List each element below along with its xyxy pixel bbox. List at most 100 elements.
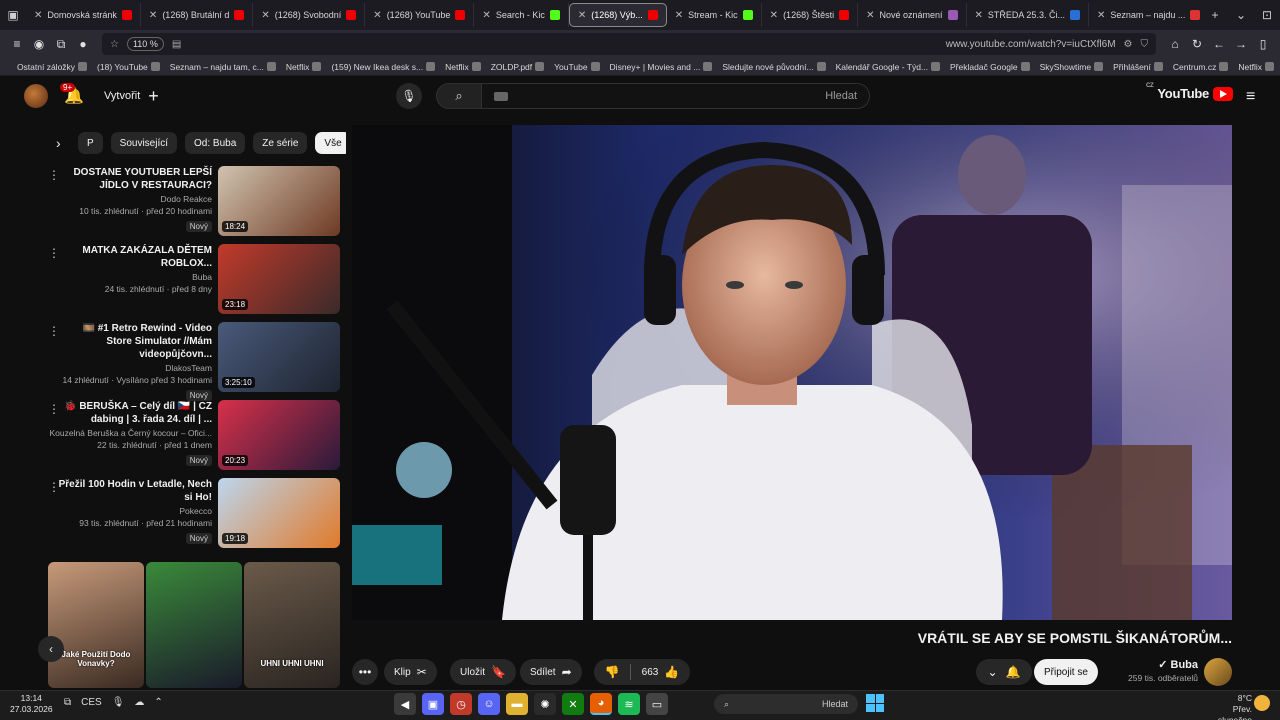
- user-avatar[interactable]: [24, 84, 48, 108]
- channel-name[interactable]: Buba: [1171, 659, 1199, 671]
- search-input[interactable]: Hledat: [482, 83, 870, 109]
- bookmark-item[interactable]: Překladač Google: [950, 62, 1030, 72]
- share-button[interactable]: Sdílet ➦: [520, 659, 582, 685]
- channel-avatar[interactable]: [1204, 658, 1232, 686]
- microphone-icon[interactable]: 🎙: [112, 697, 125, 708]
- tab-overview-icon[interactable]: ▣: [2, 4, 24, 26]
- recommendation-title[interactable]: DOSTANE YOUTUBER LEPŠÍ JÍDLO V RESTAURAC…: [44, 166, 212, 192]
- taskbar-search[interactable]: ⌕ Hledat: [714, 694, 858, 714]
- back-arrow-icon[interactable]: ←: [1208, 33, 1230, 55]
- bookmark-item[interactable]: Ostatní záložky: [17, 62, 88, 72]
- task-view-icon[interactable]: ▭: [646, 693, 668, 715]
- recommendation-thumbnail[interactable]: 23:18: [218, 244, 340, 314]
- bookmark-item[interactable]: SkyShowtime: [1040, 62, 1104, 72]
- network-icon[interactable]: ⧉: [64, 697, 71, 708]
- cloud-icon[interactable]: ☁: [134, 697, 144, 708]
- reload-icon[interactable]: ↻: [1186, 33, 1208, 55]
- short-item[interactable]: [146, 562, 242, 688]
- chip-1[interactable]: Ze série: [253, 132, 308, 154]
- recommendation-thumbnail[interactable]: 18:24: [218, 166, 340, 236]
- recommendation-channel[interactable]: Kouzelná Beruška a Černý kocour – Ofici.…: [44, 428, 212, 438]
- language-indicator[interactable]: CES: [81, 697, 102, 708]
- save-button[interactable]: Uložit 🔖: [450, 659, 516, 685]
- url-bar[interactable]: ☆ 110 % ▤ www.youtube.com/watch?v=iuCtXf…: [102, 33, 1156, 55]
- tab-close-icon[interactable]: ✕: [482, 10, 490, 21]
- recommendation-title[interactable]: 🎞️ #1 Retro Rewind - Video Store Simulat…: [44, 322, 212, 361]
- recommendation-title[interactable]: 🐞 BERUŠKA – Celý díl 🇨🇿 | CZ dabing | 3.…: [44, 400, 212, 426]
- tab-close-icon[interactable]: ✕: [149, 10, 157, 21]
- bookmark-star-icon[interactable]: ☆: [110, 39, 119, 50]
- chip-3[interactable]: Související: [110, 132, 178, 154]
- channel-info[interactable]: ✓ Buba 259 tis. odběratelů: [1118, 658, 1198, 683]
- clock[interactable]: 13:14 27.03.2026: [10, 693, 53, 715]
- guide-menu-icon[interactable]: ≡: [1246, 88, 1255, 106]
- browser-tab[interactable]: ✕ (1268) Štěsti: [762, 3, 859, 27]
- windows-start-icon[interactable]: [866, 694, 884, 712]
- chip-2[interactable]: Od: Buba: [185, 132, 246, 154]
- bookmark-item[interactable]: ZOLDP.pdf: [491, 62, 545, 72]
- media-player-icon[interactable]: ◀: [394, 693, 416, 715]
- permissions-icon[interactable]: ⚙: [1124, 39, 1133, 50]
- bookmark-item[interactable]: (18) YouTube: [97, 62, 160, 72]
- app-menu-icon[interactable]: ≡: [6, 33, 28, 55]
- reader-view-icon[interactable]: ▤: [172, 39, 181, 50]
- discord-icon[interactable]: ☺: [478, 693, 500, 715]
- join-button[interactable]: Připojit se: [1034, 659, 1098, 685]
- bookmark-item[interactable]: Seznam – najdu tam, c...: [170, 62, 276, 72]
- home-icon[interactable]: ⌂: [1164, 33, 1186, 55]
- recommendation-channel[interactable]: DlakosTeam: [44, 363, 212, 373]
- shield-icon[interactable]: ●: [72, 33, 94, 55]
- zoom-level[interactable]: 110 %: [126, 37, 164, 51]
- like-button[interactable]: 663 👍: [631, 665, 690, 679]
- recommendation-item[interactable]: ⋮ Přežil 100 Hodin v Letadle, Nech si Ho!…: [44, 478, 344, 556]
- search-button[interactable]: ⌕: [436, 83, 482, 109]
- app-icon[interactable]: ▣: [422, 693, 444, 715]
- recommendation-channel[interactable]: Pokecco: [44, 506, 212, 516]
- tab-close-icon[interactable]: ✕: [770, 10, 778, 21]
- tray-chevron-icon[interactable]: ⌃: [154, 697, 162, 708]
- recommendation-channel[interactable]: Dodo Reakce: [44, 194, 212, 204]
- recommendation-thumbnail[interactable]: 20:23: [218, 400, 340, 470]
- short-item[interactable]: Jaké Použití Dodo Vonavky?: [48, 562, 144, 688]
- bookmark-item[interactable]: Sledujte nové původní...: [722, 62, 826, 72]
- tab-close-icon[interactable]: ✕: [1097, 10, 1105, 21]
- dislike-button[interactable]: 👎: [594, 665, 630, 679]
- clock-app-icon[interactable]: ◷: [450, 693, 472, 715]
- voice-search-mic-icon[interactable]: 🎙: [396, 83, 422, 109]
- account-icon[interactable]: ◉: [28, 33, 50, 55]
- tab-close-icon[interactable]: ✕: [975, 10, 983, 21]
- firefox-icon[interactable]: ◕: [590, 693, 612, 715]
- bookmark-item[interactable]: Netflix: [286, 62, 322, 72]
- xbox-icon[interactable]: ✕: [562, 693, 584, 715]
- bookmark-item[interactable]: Netflix: [445, 62, 481, 72]
- recommendation-item[interactable]: ⋮ DOSTANE YOUTUBER LEPŠÍ JÍDLO V RESTAURA…: [44, 166, 344, 244]
- browser-tab[interactable]: ✕ (1268) YouTube: [365, 3, 475, 27]
- browser-tab[interactable]: ✕ Search - Kic: [474, 3, 569, 27]
- clip-button[interactable]: Klip ✂: [384, 659, 437, 685]
- youtube-logo[interactable]: CZ YouTube: [1146, 83, 1233, 101]
- recommendation-item[interactable]: ⋮ 🎞️ #1 Retro Rewind - Video Store Simula…: [44, 322, 344, 401]
- tab-close-icon[interactable]: ✕: [866, 10, 874, 21]
- browser-tab[interactable]: ✕ (1268) Brutální d: [141, 3, 254, 27]
- bookmark-item[interactable]: YouTube: [554, 62, 600, 72]
- bookmark-item[interactable]: Disney+ | Movies and ...: [610, 62, 713, 72]
- browser-tab[interactable]: ✕ Seznam – najdu ...: [1089, 3, 1202, 27]
- tab-list-dropdown-icon[interactable]: ⌄: [1230, 4, 1252, 26]
- tab-close-icon[interactable]: ✕: [34, 10, 42, 21]
- browser-tab[interactable]: ✕ Nové oznámení: [858, 3, 967, 27]
- chatgpt-icon[interactable]: ✺: [534, 693, 556, 715]
- site-security-icon[interactable]: ⛉: [1141, 39, 1149, 50]
- chips-next-chevron-icon[interactable]: ›: [56, 135, 70, 151]
- keyboard-icon[interactable]: [494, 91, 508, 101]
- window-controls-icon[interactable]: ⊡: [1256, 4, 1278, 26]
- tab-close-icon[interactable]: ✕: [675, 10, 683, 21]
- more-actions-button[interactable]: •••: [352, 659, 378, 685]
- sidebar-icon[interactable]: ▯: [1252, 33, 1274, 55]
- tab-close-icon[interactable]: ✕: [578, 10, 586, 21]
- bookmark-item[interactable]: Netflix: [1238, 62, 1274, 72]
- chip-4[interactable]: P: [78, 132, 103, 154]
- recommendation-thumbnail[interactable]: 19:18: [218, 478, 340, 548]
- notifications-bell-icon[interactable]: 🔔 9+: [60, 83, 86, 106]
- bookmark-item[interactable]: Přihlášení: [1113, 62, 1163, 72]
- browser-tab[interactable]: ✕ Stream - Kic: [667, 3, 762, 27]
